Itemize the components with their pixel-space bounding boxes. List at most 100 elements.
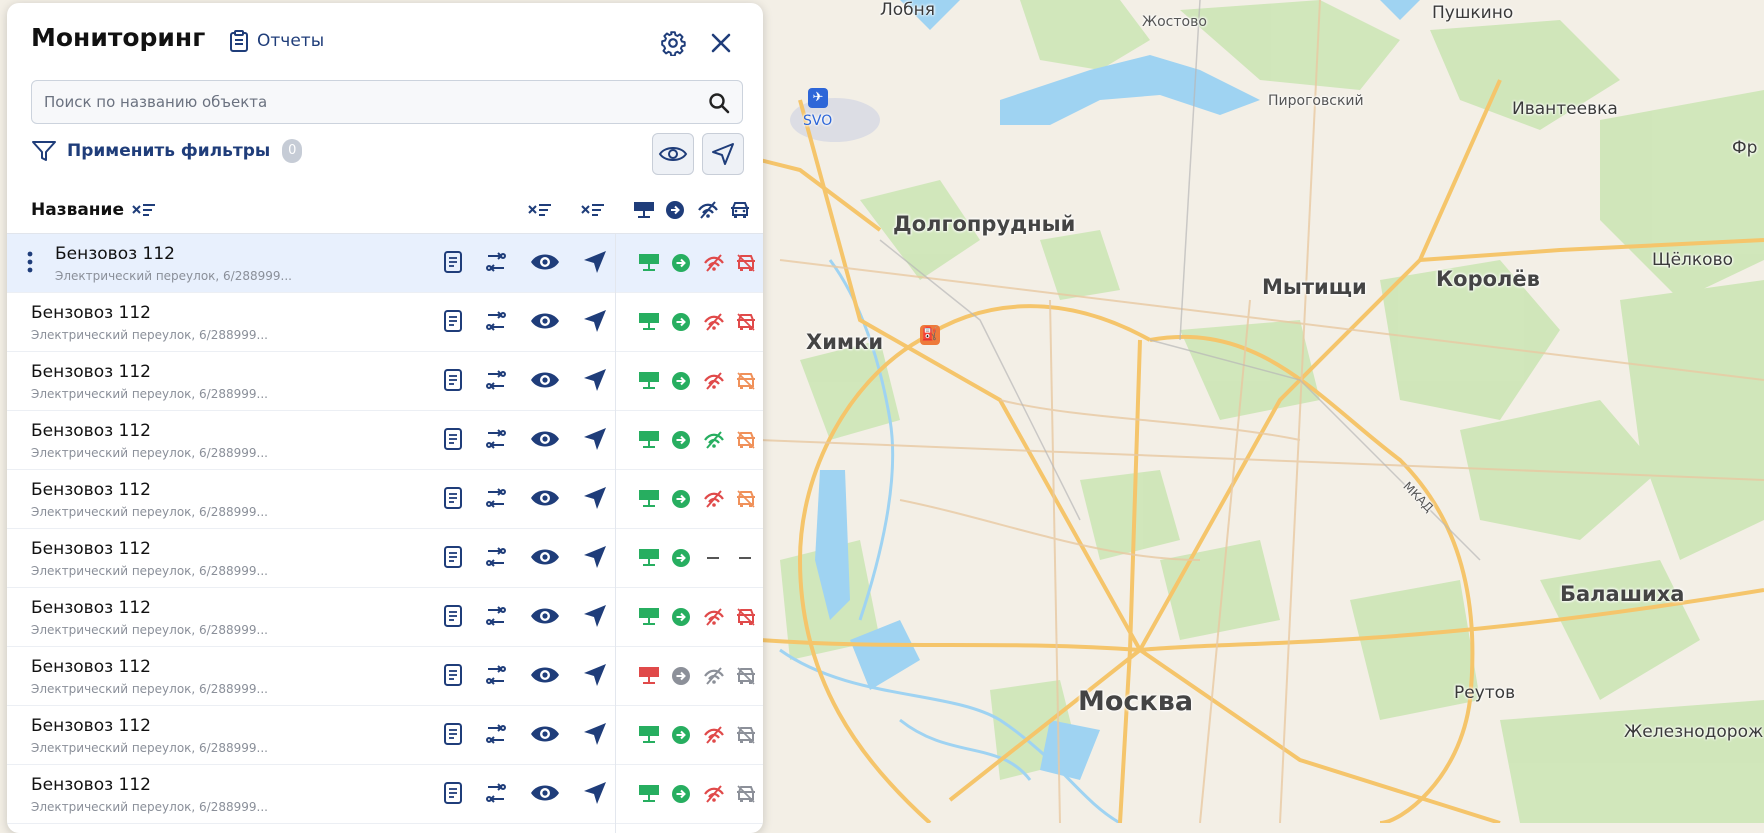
vehicle-row[interactable]: Бензовоз 112 Электрический переулок, 6/28… — [7, 293, 763, 352]
eye-icon[interactable] — [530, 663, 560, 687]
navigation-arrow-icon[interactable] — [583, 722, 607, 746]
report-icon[interactable] — [443, 309, 463, 333]
vehicle-name: Бензовоз 112 — [31, 362, 151, 382]
vehicle-address: Электрический переулок, 6/288999... — [31, 446, 268, 460]
vehicle-name: Бензовоз 112 — [55, 244, 175, 264]
signal-status-icon — [704, 313, 724, 331]
navigation-arrow-icon[interactable] — [583, 545, 607, 569]
clear-sort-icon[interactable] — [131, 202, 157, 220]
eye-icon[interactable] — [530, 604, 560, 628]
vehicle-row[interactable]: Бензовоз 112 Электрический переулок, 6/28… — [7, 352, 763, 411]
vehicle-row[interactable]: Бензовоз 112 Электрический переулок, 6/28… — [7, 647, 763, 706]
vehicle-row[interactable]: Бензовоз 112 Электрический переулок, 6/28… — [7, 529, 763, 588]
settings-button[interactable] — [658, 28, 688, 58]
signal-status-header-icon[interactable] — [697, 200, 719, 220]
map-label: SVO — [803, 113, 833, 129]
signal-status-icon — [704, 372, 724, 390]
report-icon[interactable] — [443, 722, 463, 746]
navigation-arrow-icon[interactable] — [583, 368, 607, 392]
eye-icon[interactable] — [530, 427, 560, 451]
route-icon[interactable] — [485, 309, 507, 333]
vehicle-name: Бензовоз 112 — [31, 716, 151, 736]
power-status-header-icon[interactable] — [633, 200, 655, 220]
vehicle-address: Электрический переулок, 6/288999... — [31, 623, 268, 637]
navigation-arrow-icon[interactable] — [583, 486, 607, 510]
fuel-station-icon[interactable]: ⛽ — [920, 325, 940, 345]
vehicle-name: Бензовоз 112 — [31, 657, 151, 677]
map-label: Пушкино — [1432, 3, 1514, 23]
vehicle-row[interactable]: Бензовоз 112 Электрический переулок, 6/28… — [7, 588, 763, 647]
route-icon[interactable] — [485, 545, 507, 569]
vehicle-address: Электрический переулок, 6/288999... — [55, 269, 292, 283]
show-all-button[interactable] — [652, 133, 694, 175]
navigation-arrow-icon[interactable] — [583, 663, 607, 687]
vehicle-address: Электрический переулок, 6/288999... — [31, 682, 268, 696]
vehicle-status-empty — [739, 557, 751, 559]
navigation-arrow-icon[interactable] — [583, 250, 607, 274]
route-icon[interactable] — [485, 781, 507, 805]
report-icon[interactable] — [443, 427, 463, 451]
search-icon[interactable] — [708, 92, 730, 114]
eye-icon[interactable] — [530, 781, 560, 805]
signal-status-icon — [704, 254, 724, 272]
eye-icon[interactable] — [530, 309, 560, 333]
follow-all-button[interactable] — [702, 133, 744, 175]
eye-icon[interactable] — [530, 545, 560, 569]
report-icon[interactable] — [443, 368, 463, 392]
vehicle-status-icon — [737, 313, 755, 331]
movement-status-header-icon[interactable] — [665, 200, 685, 220]
reports-label: Отчеты — [257, 31, 325, 51]
route-icon[interactable] — [485, 722, 507, 746]
report-icon[interactable] — [443, 781, 463, 805]
apply-filters-button[interactable]: Применить фильтры 0 — [31, 139, 303, 163]
vehicle-row[interactable]: Бензовоз 112 Электрический переулок, 6/28… — [7, 234, 763, 293]
power-status-icon — [639, 254, 659, 271]
vehicle-address: Электрический переулок, 6/288999... — [31, 505, 268, 519]
navigation-arrow-icon[interactable] — [583, 781, 607, 805]
route-icon[interactable] — [485, 663, 507, 687]
airport-icon[interactable]: ✈ — [808, 88, 828, 108]
navigation-arrow-icon[interactable] — [583, 427, 607, 451]
power-status-icon — [639, 608, 659, 625]
navigation-arrow-icon[interactable] — [583, 309, 607, 333]
vehicle-row[interactable]: Бензовоз 112 Электрический переулок, 6/28… — [7, 765, 763, 824]
eye-icon[interactable] — [530, 722, 560, 746]
route-icon[interactable] — [485, 368, 507, 392]
route-icon[interactable] — [485, 604, 507, 628]
eye-icon[interactable] — [530, 486, 560, 510]
map-label: Фр — [1732, 138, 1758, 158]
status-column-divider — [615, 234, 616, 833]
eye-icon[interactable] — [530, 250, 560, 274]
vehicle-address: Электрический переулок, 6/288999... — [31, 564, 268, 578]
navigation-arrow-icon[interactable] — [583, 604, 607, 628]
search-field[interactable] — [31, 80, 743, 124]
vehicle-status-header-icon[interactable] — [729, 200, 751, 220]
movement-status-icon — [672, 313, 690, 331]
vehicle-address: Электрический переулок, 6/288999... — [31, 800, 268, 814]
vehicle-row[interactable]: Бензовоз 112 Электрический переулок, 6/28… — [7, 470, 763, 529]
route-icon[interactable] — [485, 486, 507, 510]
report-icon[interactable] — [443, 250, 463, 274]
reports-link[interactable]: Отчеты — [229, 30, 324, 52]
eye-icon[interactable] — [530, 368, 560, 392]
route-icon[interactable] — [485, 250, 507, 274]
report-icon[interactable] — [443, 663, 463, 687]
route-icon[interactable] — [485, 427, 507, 451]
report-icon[interactable] — [443, 545, 463, 569]
vehicle-name: Бензовоз 112 — [31, 421, 151, 441]
close-button[interactable] — [706, 28, 736, 58]
report-icon[interactable] — [443, 486, 463, 510]
clear-sort-icon[interactable] — [580, 202, 606, 220]
drag-handle-icon[interactable] — [27, 251, 33, 273]
vehicle-name: Бензовоз 112 — [31, 598, 151, 618]
vehicle-status-icon — [737, 608, 755, 626]
signal-status-icon — [704, 667, 724, 685]
vehicle-row[interactable]: Бензовоз 112 Электрический переулок, 6/28… — [7, 411, 763, 470]
clear-sort-icon[interactable] — [527, 202, 553, 220]
report-icon[interactable] — [443, 604, 463, 628]
map-label: Щёлково — [1652, 250, 1734, 270]
search-input[interactable] — [32, 81, 716, 123]
map-label: Королёв — [1436, 267, 1540, 291]
vehicle-row[interactable]: Бензовоз 112 Электрический переулок, 6/28… — [7, 706, 763, 765]
power-status-icon — [639, 431, 659, 448]
